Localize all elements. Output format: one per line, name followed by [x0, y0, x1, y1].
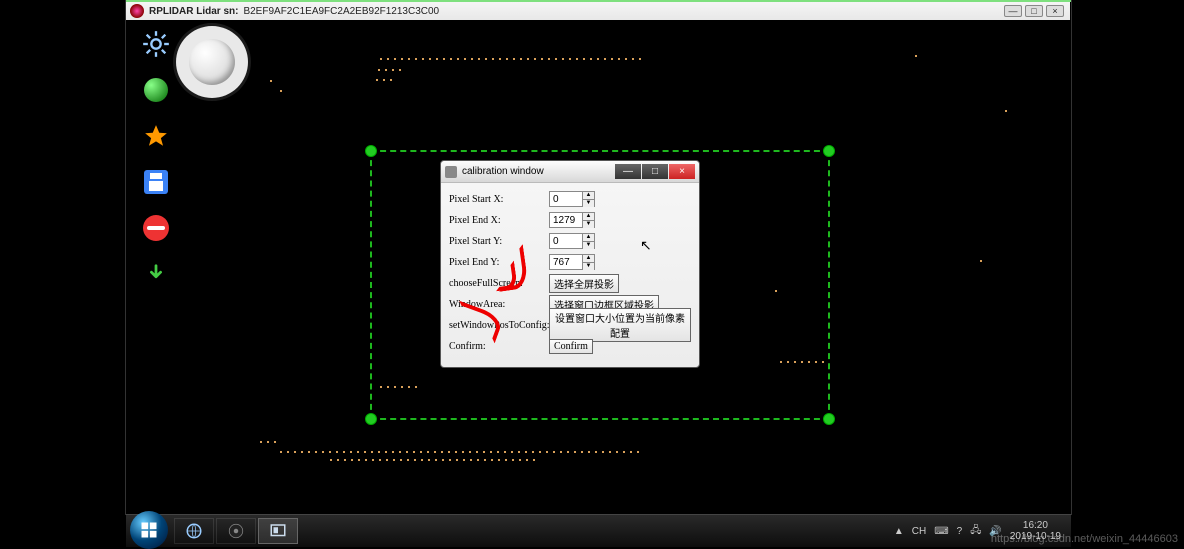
spin-down-icon[interactable]: ▼	[582, 220, 594, 228]
choose-fullscreen-button[interactable]: 选择全屏投影	[549, 274, 619, 293]
input-pixel-end-y[interactable]: 767 ▲▼	[549, 254, 595, 270]
spin-down-icon[interactable]: ▼	[582, 262, 594, 270]
minimize-button[interactable]: —	[1004, 5, 1022, 17]
value-pixel-start-y: 0	[553, 236, 559, 247]
input-pixel-start-y[interactable]: 0 ▲▼	[549, 233, 595, 249]
value-pixel-end-y: 767	[553, 257, 570, 268]
spin-down-icon[interactable]: ▼	[582, 199, 594, 207]
handle-bottom-right[interactable]	[823, 413, 835, 425]
calibration-icon	[445, 166, 457, 178]
tray-network-icon[interactable]: 🖧	[970, 523, 981, 540]
calib-close-button[interactable]: ×	[669, 164, 695, 179]
taskbar-app-1[interactable]	[174, 518, 214, 544]
input-pixel-start-x[interactable]: 0 ▲▼	[549, 191, 595, 207]
angle-dial[interactable]	[176, 26, 248, 98]
settings-icon[interactable]	[140, 28, 172, 60]
label-pixel-end-x: Pixel End X:	[449, 215, 549, 226]
calibration-titlebar[interactable]: calibration window — □ ×	[441, 161, 699, 183]
calib-maximize-button[interactable]: □	[642, 164, 668, 179]
tray-language[interactable]: CH	[912, 526, 926, 537]
spin-down-icon[interactable]: ▼	[582, 241, 594, 249]
start-icon[interactable]	[140, 74, 172, 106]
tray-keyboard-icon[interactable]: ⌨	[934, 526, 948, 537]
maximize-button[interactable]: □	[1025, 5, 1043, 17]
spin-up-icon[interactable]: ▲	[582, 192, 594, 199]
calibration-title-text: calibration window	[462, 166, 544, 177]
download-icon[interactable]	[140, 258, 172, 290]
spin-up-icon[interactable]: ▲	[582, 213, 594, 220]
taskbar-app-2[interactable]	[216, 518, 256, 544]
taskbar: ▲ CH ⌨ ? 🖧 🔊 16:20 2019-10-19	[126, 514, 1071, 547]
tray-help-icon[interactable]: ?	[957, 526, 963, 537]
label-pixel-start-y: Pixel Start Y:	[449, 236, 549, 247]
tray-triangle-icon[interactable]: ▲	[894, 526, 904, 537]
input-pixel-end-x[interactable]: 1279 ▲▼	[549, 212, 595, 228]
tray-time: 16:20	[1023, 520, 1048, 531]
handle-top-left[interactable]	[365, 145, 377, 157]
set-config-button[interactable]: 设置窗口大小位置为当前像素配置	[549, 308, 691, 342]
app-titlebar: RPLIDAR Lidar sn: B2EF9AF2C1EA9FC2A2EB92…	[126, 2, 1070, 20]
cursor-icon: ↖	[640, 237, 652, 254]
title-label: RPLIDAR Lidar sn:	[149, 6, 238, 17]
handle-bottom-left[interactable]	[365, 413, 377, 425]
stop-icon[interactable]	[140, 212, 172, 244]
calibrate-icon[interactable]	[140, 120, 172, 152]
spin-up-icon[interactable]: ▲	[582, 234, 594, 241]
label-confirm: Confirm:	[449, 341, 549, 352]
confirm-button[interactable]: Confirm	[549, 339, 593, 354]
handle-top-right[interactable]	[823, 145, 835, 157]
save-icon[interactable]	[140, 166, 172, 198]
app-icon	[130, 4, 144, 18]
watermark: https://blog.csdn.net/weixin_44446603	[991, 533, 1178, 545]
spin-up-icon[interactable]: ▲	[582, 255, 594, 262]
close-button[interactable]: ×	[1046, 5, 1064, 17]
taskbar-app-3[interactable]	[258, 518, 298, 544]
value-pixel-start-x: 0	[553, 194, 559, 205]
start-button[interactable]	[130, 511, 168, 549]
serial-number: B2EF9AF2C1EA9FC2A2EB92F1213C3C00	[243, 6, 439, 17]
value-pixel-end-x: 1279	[553, 215, 575, 226]
label-pixel-start-x: Pixel Start X:	[449, 194, 549, 205]
calib-minimize-button[interactable]: —	[615, 164, 641, 179]
